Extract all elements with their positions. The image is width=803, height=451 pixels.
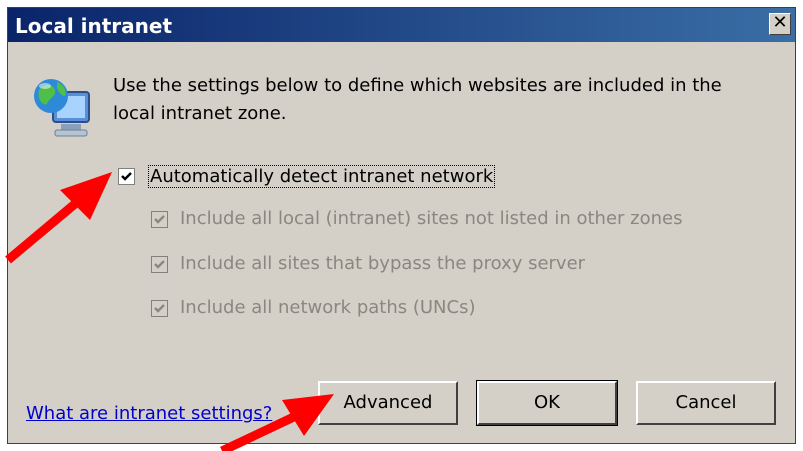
checkmark-icon [154,260,165,269]
annotation-arrow-icon [220,394,334,451]
checkmark-icon [154,215,165,224]
local-intranet-dialog: Local intranet ✕ Use the settings below … [7,7,796,444]
cancel-button[interactable]: Cancel [636,381,776,425]
include-local-sites-checkbox [151,211,168,228]
auto-detect-label[interactable]: Automatically detect intranet network [148,165,496,188]
bypass-proxy-label: Include all sites that bypass the proxy … [180,253,586,274]
annotation-arrow-icon [5,172,112,264]
close-button[interactable]: ✕ [769,13,791,35]
ok-button[interactable]: OK [476,380,618,426]
intranet-globe-icon [34,79,90,137]
bypass-proxy-checkbox [151,256,168,273]
include-local-sites-label: Include all local (intranet) sites not l… [180,208,683,229]
network-paths-label: Include all network paths (UNCs) [180,297,476,318]
network-paths-checkbox [151,300,168,317]
checkmark-icon [121,172,132,181]
auto-detect-checkbox[interactable] [118,168,135,185]
close-icon: ✕ [772,12,788,33]
title-bar[interactable]: Local intranet ✕ [8,8,795,42]
intro-text: Use the settings below to define which w… [113,75,722,124]
dialog-title: Local intranet [15,14,173,38]
checkmark-icon [154,304,165,313]
